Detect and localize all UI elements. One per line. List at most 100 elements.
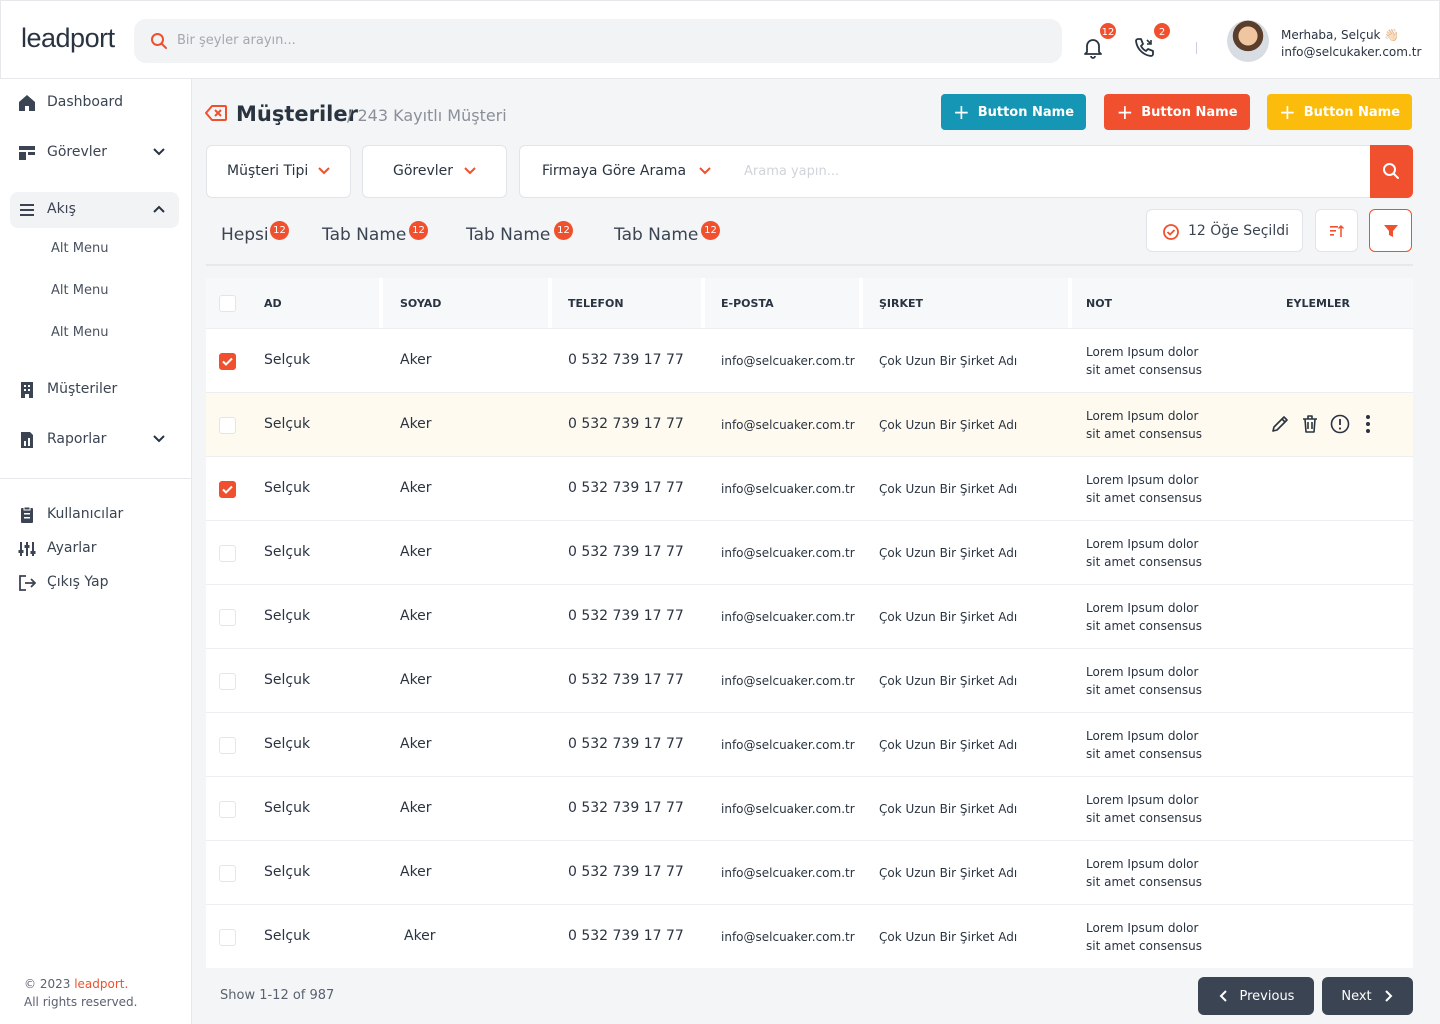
note-line-1: Lorem Ipsum dolor	[1086, 857, 1199, 871]
column-header[interactable]: E-POSTA	[721, 297, 774, 310]
sidebar-item-flow[interactable]: Akış	[10, 192, 179, 228]
cell-email[interactable]: info@selcuaker.com.tr	[721, 674, 855, 688]
cell-phone: 0 532 739 17 77	[568, 864, 684, 880]
trash-icon[interactable]	[1299, 413, 1321, 435]
cell-company: Çok Uzun Bir Şirket Adı	[879, 930, 1018, 944]
notifications-button[interactable]: 12	[1083, 21, 1118, 63]
cell-email[interactable]: info@selcuaker.com.tr	[721, 866, 855, 880]
cell-phone: 0 532 739 17 77	[568, 544, 684, 560]
sidebar-divider	[0, 478, 192, 479]
tab-1[interactable]: Tab Name 12	[322, 221, 428, 245]
selection-indicator[interactable]: 12 Öğe Seçildi	[1146, 209, 1303, 252]
row-checkbox[interactable]	[219, 545, 236, 562]
select-all-checkbox[interactable]	[219, 295, 236, 312]
backspace-icon[interactable]	[204, 104, 228, 124]
column-header[interactable]: AD	[264, 297, 282, 310]
column-header[interactable]: ŞIRKET	[879, 297, 923, 310]
search-input[interactable]: Bir şeyler arayın...	[177, 33, 296, 48]
note-line-1: Lorem Ipsum dolor	[1086, 793, 1199, 807]
info-icon[interactable]	[1329, 413, 1351, 435]
company-search-dropdown[interactable]: Firmaya Göre Arama	[519, 145, 735, 198]
row-checkbox[interactable]	[219, 801, 236, 818]
table-row[interactable]: Selçuk Aker 0 532 739 17 77 info@selcuaker.…	[206, 392, 1413, 456]
more-vertical-icon[interactable]	[1359, 413, 1377, 435]
table-search-field[interactable]: Arama yapın...	[734, 145, 1371, 198]
table-row[interactable]: Selçuk Aker 0 532 739 17 77 info@selcuaker.…	[206, 776, 1413, 840]
row-checkbox[interactable]	[219, 673, 236, 690]
sidebar-item-customers[interactable]: Müşteriler	[0, 372, 192, 408]
customer-type-dropdown[interactable]: Müşteri Tipi	[206, 145, 351, 198]
avatar[interactable]	[1227, 20, 1269, 62]
copyright-brand[interactable]: leadport	[74, 977, 124, 991]
column-header[interactable]: SOYAD	[400, 297, 441, 310]
table-row[interactable]: Selçuk Aker 0 532 739 17 77 info@selcuaker.…	[206, 328, 1413, 392]
note-line-1: Lorem Ipsum dolor	[1086, 729, 1199, 743]
primary-button-teal[interactable]: + Button Name	[941, 94, 1086, 130]
table-search-button[interactable]	[1370, 145, 1413, 198]
global-search[interactable]: Bir şeyler arayın...	[134, 19, 1062, 63]
next-label: Next	[1341, 988, 1372, 1004]
sort-button[interactable]	[1315, 209, 1358, 252]
cell-note: Lorem Ipsum dolor sit amet consensus	[1086, 471, 1202, 507]
sidebar-subitem[interactable]: Alt Menu	[51, 325, 108, 340]
row-checkbox[interactable]	[219, 737, 236, 754]
cell-email[interactable]: info@selcuaker.com.tr	[721, 354, 855, 368]
column-header[interactable]: TELEFON	[568, 297, 624, 310]
cell-email[interactable]: info@selcuaker.com.tr	[721, 482, 855, 496]
calls-button[interactable]: 2	[1133, 21, 1172, 63]
logo[interactable]: leadport	[21, 23, 115, 54]
tab-all[interactable]: Hepsi 12	[221, 221, 289, 245]
cell-email[interactable]: info@selcuaker.com.tr	[721, 738, 855, 752]
sidebar-item-logout[interactable]: Çıkış Yap	[0, 565, 192, 601]
cell-note: Lorem Ipsum dolor sit amet consensus	[1086, 727, 1202, 763]
row-checkbox[interactable]	[219, 353, 236, 370]
cell-last-name: Aker	[400, 544, 432, 560]
cell-email[interactable]: info@selcuaker.com.tr	[721, 546, 855, 560]
cell-note: Lorem Ipsum dolor sit amet consensus	[1086, 535, 1202, 571]
previous-button[interactable]: Previous	[1198, 977, 1314, 1015]
next-button[interactable]: Next	[1322, 977, 1413, 1015]
cell-phone: 0 532 739 17 77	[568, 416, 684, 432]
column-header[interactable]: NOT	[1086, 297, 1112, 310]
sidebar-item-reports[interactable]: Raporlar	[0, 422, 192, 458]
row-checkbox[interactable]	[219, 865, 236, 882]
page-subtitle: / 243 Kayıtlı Müşteri	[347, 106, 507, 125]
table-row[interactable]: Selçuk Aker 0 532 739 17 77 info@selcuaker.…	[206, 904, 1413, 968]
table-row[interactable]: Selçuk Aker 0 532 739 17 77 info@selcuaker.…	[206, 456, 1413, 520]
tab-count-badge: 12	[701, 221, 720, 240]
row-checkbox[interactable]	[219, 929, 236, 946]
row-checkbox[interactable]	[219, 481, 236, 498]
primary-button-orange[interactable]: + Button Name	[1104, 94, 1250, 130]
tab-label: Hepsi	[221, 225, 269, 245]
table-row[interactable]: Selçuk Aker 0 532 739 17 77 info@selcuaker.…	[206, 648, 1413, 712]
row-checkbox[interactable]	[219, 417, 236, 434]
row-checkbox[interactable]	[219, 609, 236, 626]
edit-icon[interactable]	[1269, 413, 1291, 435]
table-row[interactable]: Selçuk Aker 0 532 739 17 77 info@selcuaker.…	[206, 840, 1413, 904]
tasks-dropdown[interactable]: Görevler	[362, 145, 507, 198]
filter-button[interactable]	[1369, 209, 1412, 252]
cell-email[interactable]: info@selcuaker.com.tr	[721, 802, 855, 816]
sidebar-subitem[interactable]: Alt Menu	[51, 283, 108, 298]
table-row[interactable]: Selçuk Aker 0 532 739 17 77 info@selcuaker.…	[206, 712, 1413, 776]
table-row[interactable]: Selçuk Aker 0 532 739 17 77 info@selcuaker.…	[206, 520, 1413, 584]
cell-last-name: Aker	[400, 736, 432, 752]
cell-first-name: Selçuk	[264, 608, 311, 624]
sidebar-item-label: Dashboard	[47, 94, 123, 110]
cell-email[interactable]: info@selcuaker.com.tr	[721, 418, 855, 432]
primary-button-yellow[interactable]: + Button Name	[1267, 94, 1412, 130]
tab-2[interactable]: Tab Name 12	[466, 221, 573, 245]
sidebar-item-dashboard[interactable]: Dashboard	[0, 85, 192, 121]
note-line-1: Lorem Ipsum dolor	[1086, 601, 1199, 615]
sidebar-item-label: Akış	[47, 201, 76, 217]
sidebar-item-users[interactable]: Kullanıcılar	[0, 497, 192, 533]
table-row[interactable]: Selçuk Aker 0 532 739 17 77 info@selcuaker.…	[206, 584, 1413, 648]
sidebar-item-tasks[interactable]: Görevler	[0, 135, 192, 171]
cell-email[interactable]: info@selcuaker.com.tr	[721, 610, 855, 624]
cell-email[interactable]: info@selcuaker.com.tr	[721, 930, 855, 944]
tab-3[interactable]: Tab Name 12	[614, 221, 720, 245]
table-header-cell: ŞIRKET	[863, 278, 1068, 328]
sidebar-subitem[interactable]: Alt Menu	[51, 241, 108, 256]
table-search-input[interactable]: Arama yapın...	[744, 164, 839, 179]
sidebar-item-settings[interactable]: Ayarlar	[0, 531, 192, 567]
